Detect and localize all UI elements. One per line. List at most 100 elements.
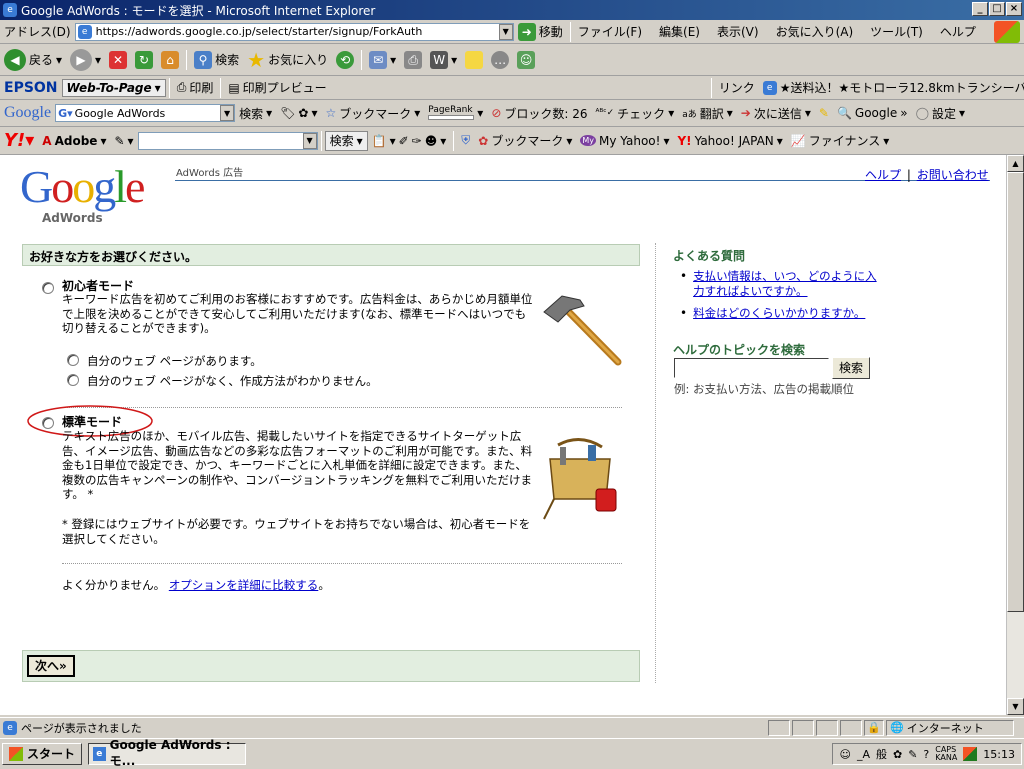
google-search-button[interactable]: 検索 ▾ xyxy=(235,105,276,122)
spellcheck-button[interactable]: ᴬᴮᶜ✓ チェック ▾ xyxy=(592,105,679,122)
no-website-radio[interactable] xyxy=(67,374,79,386)
yahoo-y-icon[interactable]: Y!▾ xyxy=(0,130,38,151)
stop-button[interactable]: ✕ xyxy=(105,50,131,69)
compare-options-link[interactable]: オプションを詳細に比較する xyxy=(169,578,319,592)
yahoo-bookmark-button[interactable]: ✿ ブックマーク ▾ xyxy=(474,132,576,149)
popup-blocker-button[interactable]: ⊘ ブロック数: 26 xyxy=(487,105,591,122)
yahoo-search-dropdown-icon[interactable]: ▼ xyxy=(302,132,317,149)
my-yahoo-button[interactable]: My My Yahoo! ▾ xyxy=(576,134,673,148)
go-button[interactable]: ➜ 移動 xyxy=(514,22,567,41)
taskbar-ie-window[interactable]: e Google AdWords : モ... xyxy=(88,738,247,768)
standard-mode-description: テキスト広告のほか、モバイル広告、掲載したいサイトを指定できるサイトターゲット広… xyxy=(62,429,533,501)
close-button[interactable]: × xyxy=(1006,2,1022,16)
printer-icon: ⎙ xyxy=(404,50,423,69)
yahoo-shield-button[interactable]: ⛨ xyxy=(457,133,474,148)
pen-button[interactable]: ✎ ▾ xyxy=(110,134,137,148)
send-to-button[interactable]: ➔ 次に送信 ▾ xyxy=(737,105,815,122)
menu-favorites[interactable]: お気に入り(A) xyxy=(776,23,854,40)
faq-link-cost[interactable]: 料金はどのくらいかかりますか。 xyxy=(693,306,865,321)
scroll-down-button[interactable]: ▼ xyxy=(1007,698,1024,715)
tray-cat-icon[interactable]: ✿ xyxy=(893,748,902,761)
has-website-radio[interactable] xyxy=(67,354,79,366)
finance-button[interactable]: 📈 ファイナンス ▾ xyxy=(787,132,894,149)
faq-link-payment[interactable]: 支払い情報は、いつ、どのように入力すればよいですか。 xyxy=(693,269,880,298)
tray-ime-icon[interactable]: _A xyxy=(857,748,870,761)
chat-bubble-icon: … xyxy=(491,50,510,69)
windows-logo-icon xyxy=(993,20,1020,43)
tag-icon: 🏷 xyxy=(280,106,296,120)
tray-help-icon[interactable]: ? xyxy=(923,748,929,761)
yahoo-tools-button[interactable]: 📋 ▾ ✐ ✑ ☻ ▾ xyxy=(368,134,451,148)
next-button[interactable]: 次へ» xyxy=(27,655,75,677)
faq-item: • 料金はどのくらいかかりますか。 xyxy=(680,306,880,321)
google-link-button[interactable]: 🔍 Google » xyxy=(833,106,912,120)
search-button[interactable]: ⚲ 検索 xyxy=(190,50,243,69)
contact-link[interactable]: お問い合わせ xyxy=(917,168,989,182)
print-button[interactable]: ⎙ xyxy=(400,50,426,69)
home-button[interactable]: ⌂ xyxy=(157,50,183,69)
epson-print-button[interactable]: ⎙ 印刷 xyxy=(173,79,218,96)
faq-list: • 支払い情報は、いつ、どのように入力すればよいですか。 • 料金はどのくらいか… xyxy=(680,269,880,321)
beginner-mode-radio[interactable] xyxy=(42,282,54,294)
maximize-button[interactable]: □ xyxy=(989,2,1005,16)
pen-icon: ✎ xyxy=(114,133,125,148)
adobe-button[interactable]: A Adobe ▾ xyxy=(38,134,110,148)
history-button[interactable]: ⟲ xyxy=(332,50,358,69)
menu-view[interactable]: 表示(V) xyxy=(717,23,759,40)
messenger-button[interactable]: ☺ xyxy=(513,50,539,69)
link-item[interactable]: e★送料込！★モトローラ12.8kmトランシーバーT55 xyxy=(759,79,1024,96)
yahoo-japan-button[interactable]: Y! Yahoo! JAPAN ▾ xyxy=(673,134,786,148)
eraser-icon: ✑ xyxy=(411,133,422,148)
google-search-dropdown-icon[interactable]: ▼ xyxy=(220,105,235,121)
note-button[interactable] xyxy=(461,50,487,69)
settings-button[interactable]: ◯ 設定 ▾ xyxy=(912,105,969,122)
menu-help[interactable]: ヘルプ xyxy=(940,23,976,40)
address-menu-row: アドレス(D) e https://adwords.google.co.jp/s… xyxy=(0,20,1024,44)
discuss-button[interactable]: … xyxy=(487,50,513,69)
google-adwords-logo: Google AdWords xyxy=(20,163,170,226)
start-button[interactable]: スタート xyxy=(2,742,83,765)
help-search-input[interactable] xyxy=(674,358,829,378)
standard-mode-radio[interactable] xyxy=(42,417,54,429)
tray-kanji-icon[interactable]: 般 xyxy=(876,746,887,762)
help-link[interactable]: ヘルプ xyxy=(865,168,901,182)
mail-icon: ✉ xyxy=(369,50,388,69)
tray-flag-icon[interactable] xyxy=(963,747,978,761)
minimize-button[interactable]: _ xyxy=(972,2,988,16)
yahoo-search-button[interactable]: 検索 ▾ xyxy=(324,130,368,151)
menu-edit[interactable]: 編集(E) xyxy=(659,23,700,40)
compare-suffix: 。 xyxy=(318,578,330,592)
mail-button[interactable]: ✉ ▾ xyxy=(365,50,400,69)
standard-toolbar: ◀ 戻る ▾ ▶ ▾ ✕ ↻ ⌂ ⚲ 検索 ★ お気に入り ⟲ ✉ ▾ ⎙ W ▾ … ☺ xyxy=(0,44,1024,76)
scroll-thumb[interactable] xyxy=(1007,172,1024,612)
bookmark-button[interactable]: ☆ ブックマーク ▾ xyxy=(321,105,424,122)
refresh-button[interactable]: ↻ xyxy=(131,50,157,69)
help-search-button[interactable]: 検索 xyxy=(832,357,871,379)
translate-button[interactable]: aあ 翻訳 ▾ xyxy=(678,105,737,122)
epson-preview-button[interactable]: ▤ 印刷プレビュー xyxy=(224,79,330,96)
links-label: リンク xyxy=(718,81,755,95)
menu-file[interactable]: ファイル(F) xyxy=(578,23,642,40)
highlight-button[interactable]: ✎ xyxy=(815,106,833,120)
standard-mode-note: * 登録にはウェブサイトが必要です。ウェブサイトをお持ちでない場合は、初心者モー… xyxy=(62,517,531,546)
favorites-button[interactable]: ★ お気に入り xyxy=(243,50,332,70)
search-icon: ⚲ xyxy=(194,50,213,69)
forward-button[interactable]: ▶ ▾ xyxy=(66,48,105,71)
vertical-scrollbar[interactable]: ▲ ▼ xyxy=(1006,155,1024,715)
tray-tools-icon[interactable]: ✎ xyxy=(908,748,917,761)
note-icon xyxy=(465,50,484,69)
address-dropdown-icon[interactable]: ▼ xyxy=(498,23,513,40)
scroll-up-button[interactable]: ▲ xyxy=(1007,155,1024,172)
google-search-input[interactable]: G▾ Google AdWords ▼ xyxy=(55,104,236,122)
top-links-separator: | xyxy=(906,168,911,182)
yahoo-search-input[interactable]: ▼ xyxy=(137,131,318,150)
menu-tools[interactable]: ツール(T) xyxy=(870,23,923,40)
address-input[interactable]: e https://adwords.google.co.jp/select/st… xyxy=(74,22,514,41)
back-button[interactable]: ◀ 戻る ▾ xyxy=(0,48,66,71)
windows-flag-icon xyxy=(9,746,23,761)
edit-button[interactable]: W ▾ xyxy=(426,50,461,69)
tray-people-icon[interactable]: ☺ xyxy=(839,748,850,761)
google-g-icon: G▾ xyxy=(58,106,73,120)
web-to-page-button[interactable]: Web-To-Page ▾ xyxy=(61,78,166,97)
google-tools-button[interactable]: 🏷 ✿ ▾ xyxy=(276,106,321,120)
